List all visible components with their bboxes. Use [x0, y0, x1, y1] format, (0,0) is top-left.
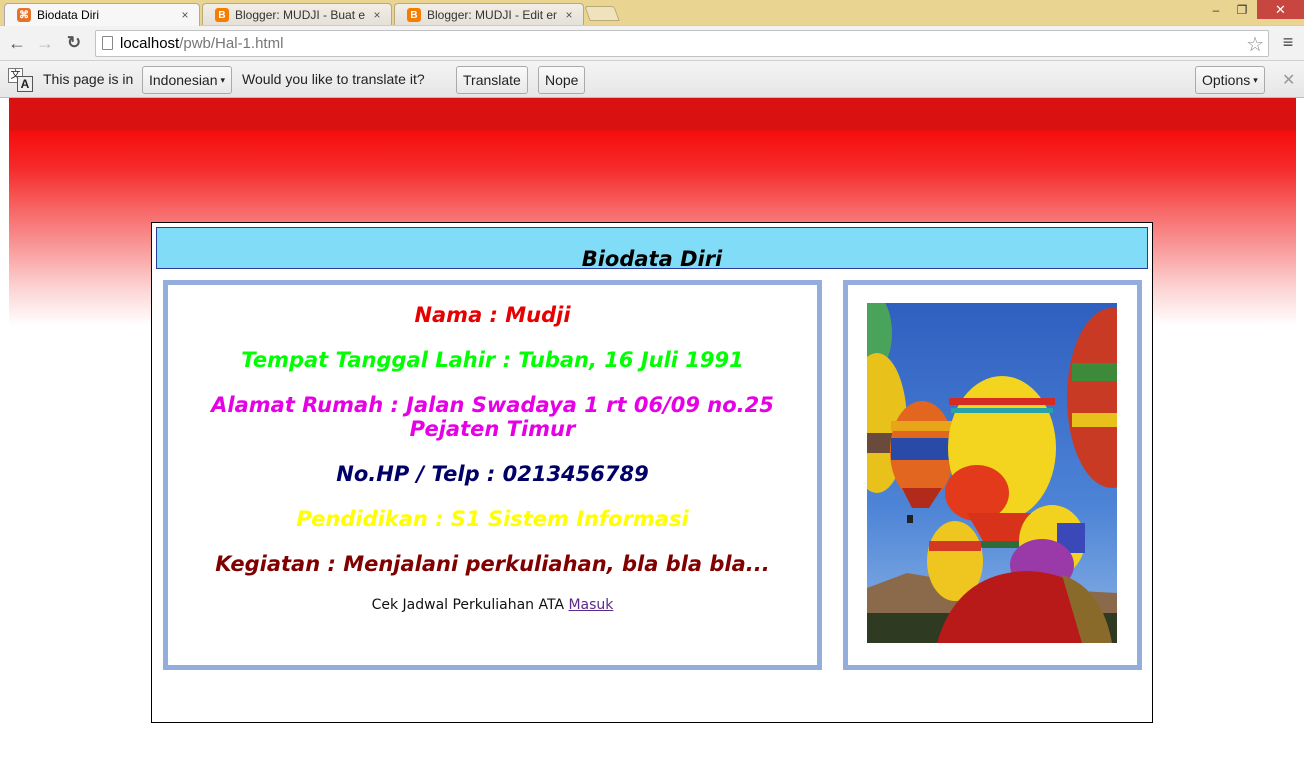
chevron-down-icon: ▾: [1253, 74, 1258, 85]
schedule-note: Cek Jadwal Perkuliahan ATA Masuk: [168, 597, 817, 613]
back-arrow-icon[interactable]: ←: [6, 32, 28, 54]
page-icon: [102, 36, 113, 50]
translate-bar: 文 A This page is in Indonesian ▾ Would y…: [0, 60, 1304, 98]
balloon-photo-image: [867, 303, 1117, 643]
blogger-favicon-icon: B: [407, 8, 421, 22]
title-bar: ⌘ Biodata Diri × B Blogger: MUDJI - Buat…: [0, 0, 1304, 26]
tab-close-icon[interactable]: ×: [179, 8, 191, 22]
close-translate-bar-icon[interactable]: ✕: [1282, 70, 1295, 90]
menu-icon[interactable]: ≡: [1278, 32, 1298, 54]
header-bar: Biodata Diri: [156, 227, 1148, 271]
tab-close-icon[interactable]: ×: [371, 8, 383, 22]
info-box: Nama : Mudji Tempat Tanggal Lahir : Tuba…: [163, 280, 822, 670]
info-list: Nama : Mudji Tempat Tanggal Lahir : Tuba…: [168, 285, 817, 576]
url-path: /pwb/Hal-1.html: [179, 35, 284, 52]
chevron-down-icon: ▾: [220, 74, 226, 85]
tab-blogger-buat[interactable]: B Blogger: MUDJI - Buat ent ×: [202, 3, 392, 26]
browser-toolbar: ← → ↻ localhost/pwb/Hal-1.html ☆ ≡: [0, 25, 1304, 60]
address-bar[interactable]: localhost/pwb/Hal-1.html ☆: [95, 30, 1269, 57]
translate-button[interactable]: Translate: [456, 66, 528, 94]
xampp-favicon-icon: ⌘: [17, 8, 31, 22]
schedule-note-text: Cek Jadwal Perkuliahan ATA: [371, 597, 569, 613]
tab-biodata-diri[interactable]: ⌘ Biodata Diri ×: [4, 3, 200, 26]
close-window-button[interactable]: ✕: [1257, 0, 1304, 19]
forward-arrow-icon[interactable]: →: [34, 32, 56, 54]
new-tab-button[interactable]: [584, 6, 620, 21]
info-pendidikan: Pendidikan : S1 Sistem Informasi: [296, 507, 689, 531]
tab-title: Blogger: MUDJI - Buat ent: [235, 8, 365, 22]
photo-box: [843, 280, 1142, 670]
translate-icon: 文 A: [8, 68, 34, 92]
biodata-container: Biodata Diri Nama : Mudji Tempat Tanggal…: [151, 222, 1153, 723]
page-viewport: Biodata Diri Nama : Mudji Tempat Tanggal…: [0, 98, 1304, 768]
translate-icon-glyph: A: [17, 76, 33, 92]
language-select-value: Indonesian: [149, 72, 218, 88]
maximize-button[interactable]: ❐: [1229, 0, 1255, 19]
page-title: Biodata Diri: [581, 247, 723, 271]
bookmark-star-icon[interactable]: ☆: [1246, 32, 1264, 57]
minimize-button[interactable]: –: [1203, 0, 1229, 19]
info-nama: Nama : Mudji: [414, 303, 571, 327]
tab-blogger-edit[interactable]: B Blogger: MUDJI - Edit entr ×: [394, 3, 584, 26]
url-host: localhost: [120, 35, 180, 52]
reload-icon[interactable]: ↻: [63, 32, 85, 54]
options-button[interactable]: Options ▾: [1195, 66, 1265, 94]
info-kegiatan: Kegiatan : Menjalani perkuliahan, bla bl…: [215, 552, 770, 576]
language-select[interactable]: Indonesian ▾: [142, 66, 233, 94]
options-label: Options: [1202, 72, 1251, 88]
balloon-photo: [867, 303, 1117, 643]
info-alamat: Alamat Rumah : Jalan Swadaya 1 rt 06/09 …: [211, 393, 774, 441]
info-telp: No.HP / Telp : 0213456789: [336, 462, 649, 486]
translate-prefix: This page is in: [43, 71, 134, 87]
blogger-favicon-icon: B: [215, 8, 229, 22]
info-tempat-tanggal-lahir: Tempat Tanggal Lahir : Tuban, 16 Juli 19…: [241, 348, 744, 372]
tab-title: Blogger: MUDJI - Edit entr: [427, 8, 557, 22]
tab-title: Biodata Diri: [37, 8, 100, 22]
translate-question: Would you like to translate it?: [242, 71, 425, 87]
tab-close-icon[interactable]: ×: [563, 8, 575, 22]
masuk-link[interactable]: Masuk: [568, 597, 613, 613]
nope-button[interactable]: Nope: [538, 66, 586, 94]
